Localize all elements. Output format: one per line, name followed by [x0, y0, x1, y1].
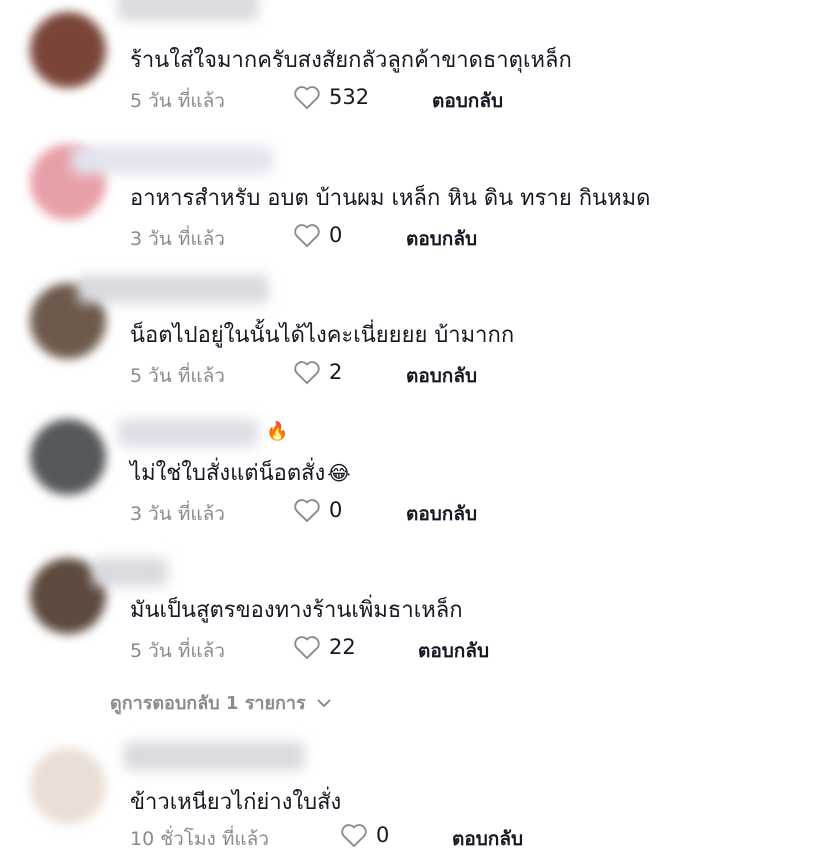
- heart-outline-icon: [294, 636, 320, 660]
- view-replies-label: ดูการตอบกลับ 1 รายการ: [110, 693, 306, 714]
- like-count: 2: [329, 360, 343, 384]
- comment-text: อาหารสำหรับ อบต บ้านผม เหล็ก หิน ดิน ทรา…: [130, 186, 651, 211]
- comment-time: 3 วัน ที่แล้ว: [130, 503, 225, 525]
- comment-item: น็อตไปอยู่ในนั้นได้ไงคะเนี่ยยยย บ้ามากก …: [0, 275, 819, 405]
- username-blurred[interactable]: [72, 146, 272, 174]
- comment-item: ข้าวเหนียวไก่ย่างใบสั่ง 10 ชั่วโมง ที่แล…: [0, 734, 819, 864]
- like-button[interactable]: 22: [293, 634, 356, 660]
- like-count: 22: [329, 635, 356, 659]
- laughing-emoji: 😂: [327, 461, 351, 485]
- comment-text: ข้าวเหนียวไก่ย่างใบสั่ง: [130, 790, 342, 815]
- like-count: 532: [329, 85, 370, 109]
- username-emoji: 🔥: [266, 421, 289, 442]
- comment-meta: 5 วัน ที่แล้ว 22 ตอบกลับ: [130, 634, 810, 664]
- avatar[interactable]: [30, 748, 106, 824]
- reply-button[interactable]: ตอบกลับ: [452, 824, 523, 854]
- comment-meta: 10 ชั่วโมง ที่แล้ว 0 ตอบกลับ: [130, 822, 810, 852]
- comment-item: อาหารสำหรับ อบต บ้านผม เหล็ก หิน ดิน ทรา…: [0, 138, 819, 268]
- avatar[interactable]: [30, 419, 106, 495]
- heart-outline-icon: [294, 361, 320, 385]
- comment-item: มันเป็นสูตรของทางร้านเพิ่มธาเหล็ก 5 วัน …: [0, 550, 819, 680]
- comment-time: 3 วัน ที่แล้ว: [130, 228, 225, 250]
- reply-button[interactable]: ตอบกลับ: [432, 86, 503, 116]
- comment-text: น็อตไปอยู่ในนั้นได้ไงคะเนี่ยยยย บ้ามากก: [130, 323, 515, 348]
- comment-time: 10 ชั่วโมง ที่แล้ว: [130, 828, 269, 850]
- comment-text: ไม่ใช่ใบสั่งแต่น็อตสั่ง 😂: [130, 455, 351, 490]
- heart-outline-icon: [294, 499, 320, 523]
- like-button[interactable]: 0: [293, 497, 342, 523]
- username-blurred[interactable]: [118, 419, 258, 447]
- comment-text-body: ไม่ใช่ใบสั่งแต่น็อตสั่ง: [130, 461, 326, 486]
- heart-outline-icon: [294, 86, 320, 110]
- heart-outline-icon: [341, 824, 367, 848]
- reply-button[interactable]: ตอบกลับ: [418, 636, 489, 666]
- comment-time: 5 วัน ที่แล้ว: [130, 365, 225, 387]
- avatar[interactable]: [30, 12, 106, 88]
- reply-button[interactable]: ตอบกลับ: [406, 499, 477, 529]
- like-count: 0: [329, 498, 343, 522]
- username-blurred[interactable]: [78, 275, 268, 303]
- comment-time: 5 วัน ที่แล้ว: [130, 90, 225, 112]
- reply-button[interactable]: ตอบกลับ: [406, 361, 477, 391]
- like-button[interactable]: 2: [293, 359, 342, 385]
- like-button[interactable]: 532: [293, 84, 369, 110]
- view-replies-button[interactable]: ดูการตอบกลับ 1 รายการ: [110, 688, 332, 717]
- comment-item: ร้านใส่ใจมากครับสงสัยกลัวลูกค้าขาดธาตุเห…: [0, 0, 819, 130]
- comment-meta: 5 วัน ที่แล้ว 2 ตอบกลับ: [130, 359, 810, 389]
- comment-meta: 5 วัน ที่แล้ว 532 ตอบกลับ: [130, 84, 810, 114]
- chevron-down-icon: [316, 698, 331, 707]
- like-count: 0: [376, 823, 390, 847]
- username-blurred[interactable]: [92, 558, 167, 586]
- comment-text: มันเป็นสูตรของทางร้านเพิ่มธาเหล็ก: [130, 598, 463, 623]
- like-button[interactable]: 0: [293, 222, 342, 248]
- like-button[interactable]: 0: [340, 822, 389, 848]
- reply-button[interactable]: ตอบกลับ: [406, 224, 477, 254]
- heart-outline-icon: [294, 224, 320, 248]
- comment-time: 5 วัน ที่แล้ว: [130, 640, 225, 662]
- like-count: 0: [329, 223, 343, 247]
- comment-text: ร้านใส่ใจมากครับสงสัยกลัวลูกค้าขาดธาตุเห…: [130, 48, 572, 73]
- comment-item: 🔥 ไม่ใช่ใบสั่งแต่น็อตสั่ง 😂 3 วัน ที่แล้ว…: [0, 413, 819, 543]
- username-blurred[interactable]: [124, 742, 304, 770]
- username-blurred[interactable]: [118, 0, 258, 20]
- comment-meta: 3 วัน ที่แล้ว 0 ตอบกลับ: [130, 497, 810, 527]
- comment-meta: 3 วัน ที่แล้ว 0 ตอบกลับ: [130, 222, 810, 252]
